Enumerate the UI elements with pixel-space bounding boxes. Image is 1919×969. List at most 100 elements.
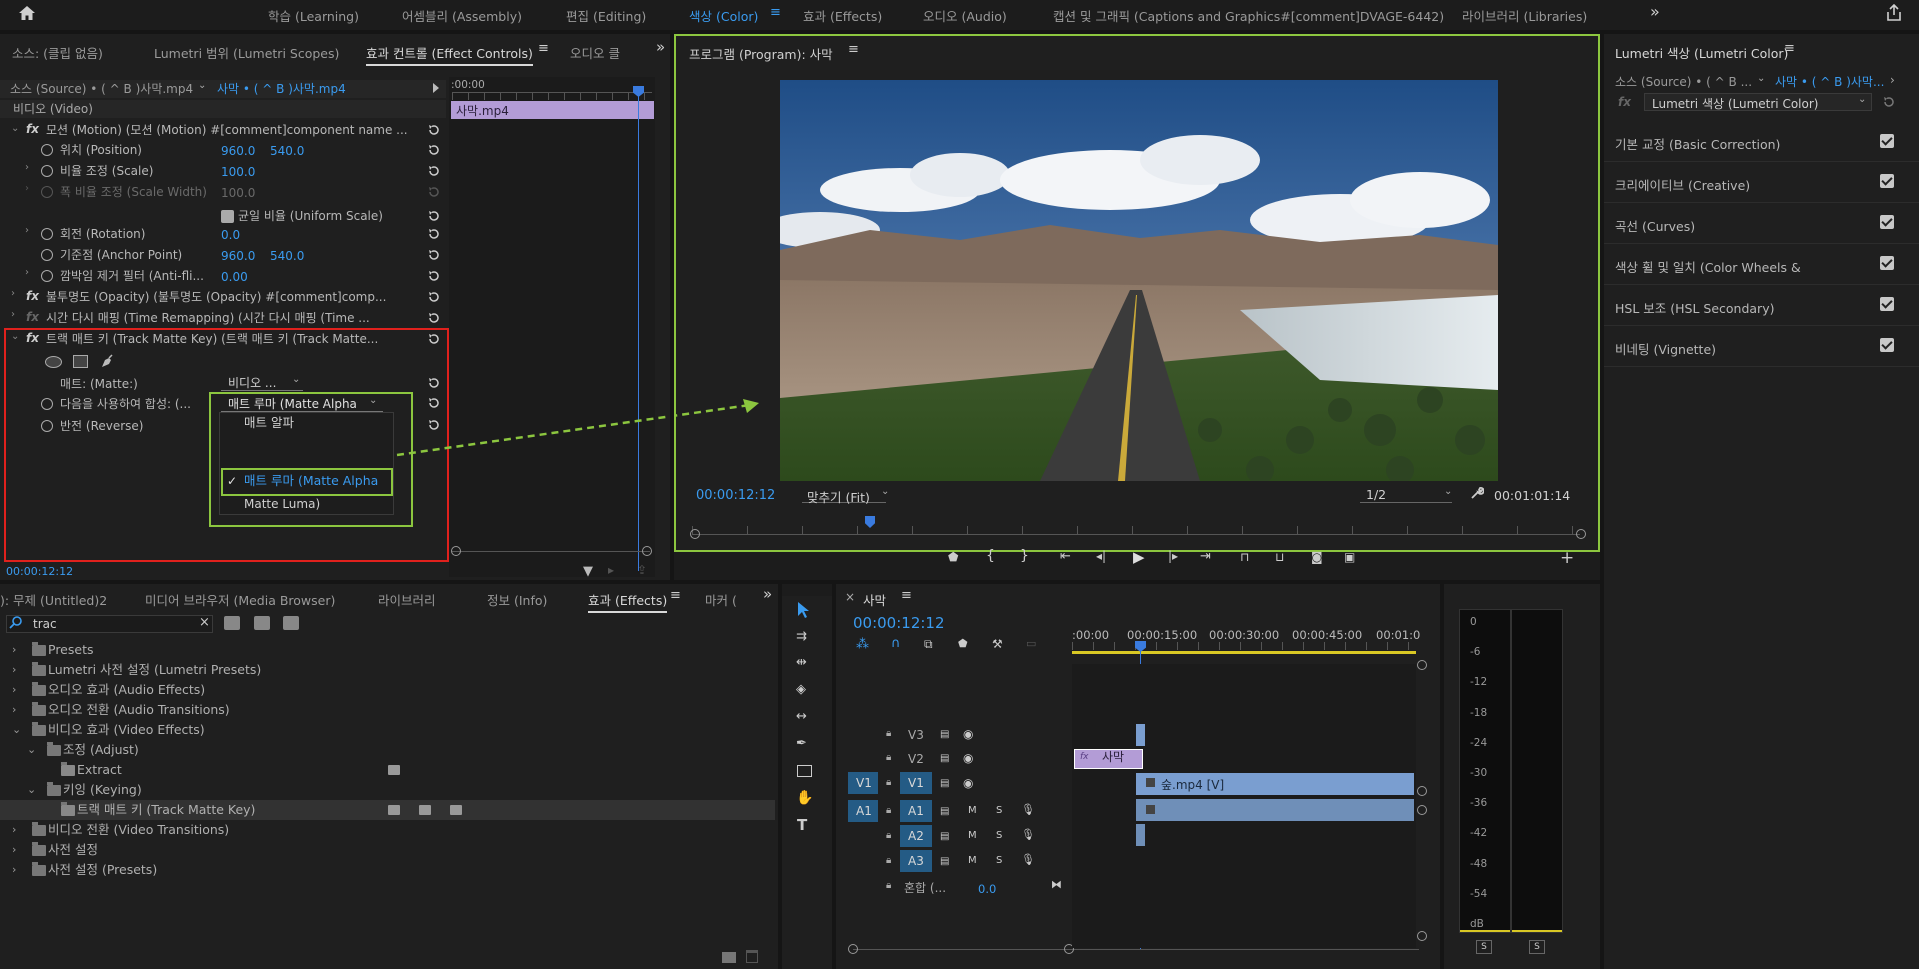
reset-icon[interactable] [427,269,441,283]
microphone-icon[interactable]: 🎙︎ [1021,803,1035,816]
go-to-end-icon[interactable]: ⧓ [1051,878,1062,891]
reset-icon[interactable] [427,290,441,304]
eye-icon[interactable]: ◉ [963,776,973,790]
tab-libraries[interactable]: 라이브러리 [378,590,436,609]
section-enable-checkbox[interactable] [1880,215,1894,229]
lock-icon[interactable]: 🔒︎ [886,752,891,763]
chevron-down-icon[interactable]: ⌄ [27,740,36,760]
play-triangle-icon[interactable] [433,83,439,93]
tab-source[interactable]: 소스: (클립 없음) [12,43,103,62]
reset-icon[interactable] [427,209,441,223]
stopwatch-icon[interactable] [41,228,53,240]
chevron-down-icon[interactable]: ⌄ [1858,94,1866,105]
timeline-ruler[interactable] [1072,642,1416,650]
chevron-right-icon[interactable]: › [12,700,16,720]
sync-lock-icon[interactable]: ▤ [940,831,949,842]
dropdown-item-matte-alpha[interactable]: 매트 알파 [244,413,294,433]
lock-icon[interactable]: 🔒︎ [886,728,891,739]
rotation-value[interactable]: 0.0 [221,225,240,245]
solo-left-button[interactable]: S [1476,940,1492,954]
timeline-vscroll-handle[interactable] [1417,931,1427,941]
chevron-right-icon[interactable]: › [12,660,16,680]
mute-button[interactable]: M [968,805,977,816]
workspace-tab-assembly[interactable]: 어셈블리 (Assembly) [402,6,522,25]
sync-lock-icon[interactable]: ▤ [940,753,949,764]
dropdown-item-matte-luma[interactable]: 매트 루마 (Matte Alpha [244,471,378,491]
timeline-vscroll-handle[interactable] [1417,805,1427,815]
chevron-right-icon[interactable]: › [25,225,29,236]
program-timecode[interactable]: 00:00:12:12 [696,488,775,503]
chevron-right-icon[interactable]: › [1890,73,1895,87]
sync-lock-icon[interactable]: ▤ [940,729,949,740]
stopwatch-icon[interactable] [41,249,53,261]
selection-tool-icon[interactable] [795,601,811,619]
panel-overflow-icon[interactable]: » [656,38,665,56]
workspace-tab-color[interactable]: 색상 (Color) [689,6,758,25]
lock-icon[interactable]: 🔒︎ [886,880,891,891]
tab-effects[interactable]: 효과 (Effects) [588,590,668,613]
snap-icon[interactable]: ⁂ [856,637,869,652]
wrench-icon[interactable]: ⚒ [992,637,1003,651]
eye-icon[interactable]: ◉ [963,727,973,741]
workspace-tab-editing[interactable]: 편집 (Editing) [566,6,646,25]
position-y-value[interactable]: 540.0 [270,141,304,161]
opacity-effect-label[interactable]: 불투명도 (Opacity) (불투명도 (Opacity) #[comment… [46,287,386,307]
panel-menu-icon[interactable]: ≡ [1784,41,1795,56]
magnet-icon[interactable]: ∩ [891,636,901,651]
track-v3-label[interactable]: V3 [908,728,924,742]
timeline-vscroll-handle[interactable] [1417,786,1427,796]
timeline-timecode[interactable]: 00:00:12:12 [853,614,945,632]
chevron-right-icon[interactable]: › [12,820,16,840]
anchor-y-value[interactable]: 540.0 [270,246,304,266]
go-to-in-icon[interactable]: ⇤ [1060,549,1084,573]
tab-media-browser[interactable]: 미디어 브라우저 (Media Browser) [145,590,335,609]
effects-tree-item[interactable]: › 오디오 전환 (Audio Transitions) [0,700,775,720]
step-forward-icon[interactable]: |▸ [1168,549,1192,573]
rectangle-tool-icon[interactable] [797,765,812,777]
panel-menu-icon[interactable]: ≡ [670,588,681,603]
section-vignette[interactable]: 비네팅 (Vignette) [1604,327,1919,367]
section-enable-checkbox[interactable] [1880,297,1894,311]
tab-project[interactable]: ): 무제 (Untitled)2 [0,590,107,609]
stopwatch-icon[interactable] [41,270,53,282]
tab-markers[interactable]: 마커 ( [705,590,737,609]
lock-icon[interactable]: 🔒︎ [886,855,891,866]
tab-menu-icon[interactable]: ≡ [538,41,549,56]
32bit-filter-icon[interactable] [254,616,270,630]
workspace-tab-effects[interactable]: 효과 (Effects) [803,6,882,25]
track-select-icon[interactable]: ⇉ [796,629,807,644]
compare-icon[interactable]: ▣ [1344,550,1368,574]
sequence-label[interactable]: 사막 • ( ^ B )사막.mp4 [217,79,346,99]
clear-search-icon[interactable]: × [199,615,210,630]
chevron-right-icon[interactable]: › [25,162,29,173]
section-enable-checkbox[interactable] [1880,174,1894,188]
panel-menu-icon[interactable]: ≡ [901,588,912,603]
add-marker-icon[interactable]: ⬟ [948,550,972,574]
add-button-icon[interactable]: + [1560,548,1574,568]
accelerated-filter-icon[interactable] [224,616,240,630]
chevron-right-icon[interactable]: › [11,309,15,320]
scroll-handle-left[interactable] [451,546,461,556]
close-icon[interactable]: × [845,590,855,604]
type-tool-icon[interactable]: T [797,816,807,834]
antiflicker-value[interactable]: 0.00 [221,267,248,287]
mute-button[interactable]: M [968,855,977,866]
position-x-value[interactable]: 960.0 [221,141,255,161]
effects-tree-item[interactable]: ⌄ 키잉 (Keying) [0,780,775,800]
time-remap-label[interactable]: 시간 다시 매핑 (Time Remapping) (시간 다시 매핑 (Tim… [46,308,370,328]
anchor-x-value[interactable]: 960.0 [221,246,255,266]
reset-icon[interactable] [427,227,441,241]
solo-button[interactable]: S [996,830,1002,841]
stopwatch-icon[interactable] [41,165,53,177]
motion-effect-label[interactable]: 모션 (Motion) (모션 (Motion) #[comment]compo… [46,120,408,140]
fx-icon[interactable]: fx [26,122,39,136]
ec-timecode[interactable]: 00:00:12:12 [6,565,73,578]
section-enable-checkbox[interactable] [1880,256,1894,270]
tab-info[interactable]: 정보 (Info) [487,590,547,609]
workspace-tab-libraries[interactable]: 라이브러리 (Libraries) [1462,6,1587,25]
effects-tree-item[interactable]: › Presets [0,640,775,660]
section-enable-checkbox[interactable] [1880,134,1894,148]
work-area-bar[interactable] [1072,651,1416,654]
panel-overflow-icon[interactable]: » [763,585,772,603]
solo-right-button[interactable]: S [1529,940,1545,954]
